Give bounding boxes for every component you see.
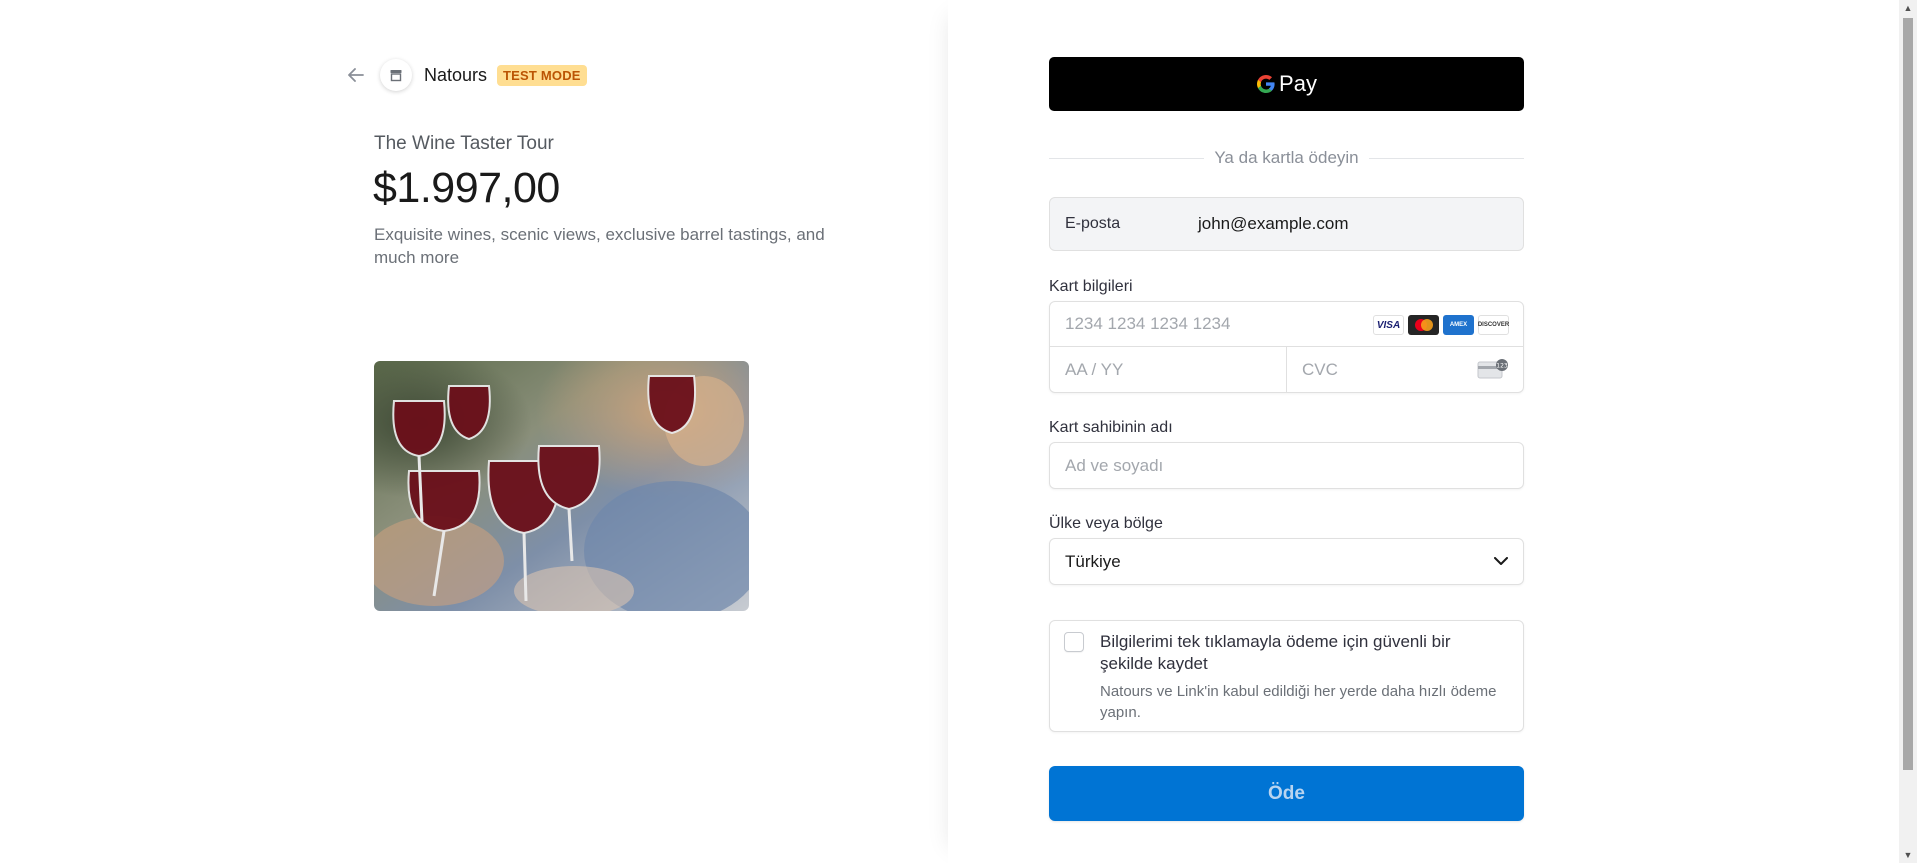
cardholder-name-field[interactable] (1049, 442, 1524, 489)
divider-line-left (1049, 157, 1205, 159)
store-icon (380, 59, 412, 91)
email-value: john@example.com (1198, 214, 1349, 233)
product-image (374, 361, 749, 611)
cardholder-name-input[interactable] (1065, 443, 1505, 488)
product-name: The Wine Taster Tour (374, 133, 554, 154)
scroll-up-icon[interactable]: ▲ (1899, 0, 1917, 16)
google-pay-button[interactable]: Pay (1049, 57, 1524, 111)
cvc-card-icon: 123 (1477, 359, 1508, 379)
email-label: E-posta (1065, 215, 1121, 232)
card-details-group: VISA AMEX DISCOVER 123 (1049, 301, 1524, 393)
google-pay-label: Pay (1279, 71, 1317, 96)
card-brands: VISA AMEX DISCOVER (1373, 315, 1509, 335)
divider-text: Ya da kartla ödeyin (1214, 148, 1359, 167)
save-info-title: Bilgilerimi tek tıklamayla ödeme için gü… (1100, 632, 1451, 673)
scroll-down-icon[interactable]: ▼ (1899, 847, 1917, 863)
scrollbar[interactable]: ▲ ▼ (1899, 0, 1917, 863)
save-info-checkbox[interactable] (1064, 632, 1084, 652)
email-field[interactable]: E-posta john@example.com (1049, 197, 1524, 251)
amex-icon: AMEX (1443, 315, 1474, 335)
merchant-header: Natours TEST MODE (344, 59, 587, 91)
discover-icon: DISCOVER (1478, 315, 1509, 335)
save-info-box: Bilgilerimi tek tıklamayla ödeme için gü… (1049, 620, 1524, 732)
chevron-down-icon (1493, 554, 1509, 570)
pay-button-label: Öde (1268, 782, 1305, 804)
card-number-input[interactable] (1065, 302, 1365, 346)
back-arrow-icon[interactable] (344, 63, 368, 87)
test-mode-badge: TEST MODE (497, 64, 587, 86)
country-label: Ülke veya bölge (1049, 515, 1163, 532)
scrollbar-thumb[interactable] (1903, 18, 1913, 770)
divider-line-right (1368, 157, 1524, 159)
card-cvc-field[interactable]: 123 (1287, 347, 1523, 392)
order-summary-pane: Natours TEST MODE The Wine Taster Tour $… (0, 0, 948, 863)
country-value: Türkiye (1065, 551, 1121, 571)
or-pay-with-card-divider: Ya da kartla ödeyin (1049, 148, 1524, 168)
pay-button[interactable]: Öde (1049, 766, 1524, 821)
card-number-field[interactable]: VISA AMEX DISCOVER (1050, 302, 1523, 347)
product-price: $1.997,00 (373, 164, 560, 212)
product-description: Exquisite wines, scenic views, exclusive… (374, 225, 825, 267)
svg-text:123: 123 (1496, 363, 1508, 370)
save-info-subtitle: Natours ve Link'in kabul edildiği her ye… (1100, 683, 1497, 721)
country-select[interactable]: Türkiye (1049, 538, 1524, 585)
visa-icon: VISA (1373, 315, 1404, 335)
card-expiry-input[interactable] (1065, 347, 1265, 392)
card-cvc-input[interactable] (1302, 347, 1452, 392)
cardholder-name-label: Kart sahibinin adı (1049, 419, 1173, 436)
merchant-name: Natours (424, 64, 488, 85)
card-info-label: Kart bilgileri (1049, 278, 1133, 295)
google-g-icon (1257, 75, 1275, 93)
mastercard-icon (1408, 315, 1439, 335)
card-expiry-field[interactable] (1050, 347, 1287, 392)
